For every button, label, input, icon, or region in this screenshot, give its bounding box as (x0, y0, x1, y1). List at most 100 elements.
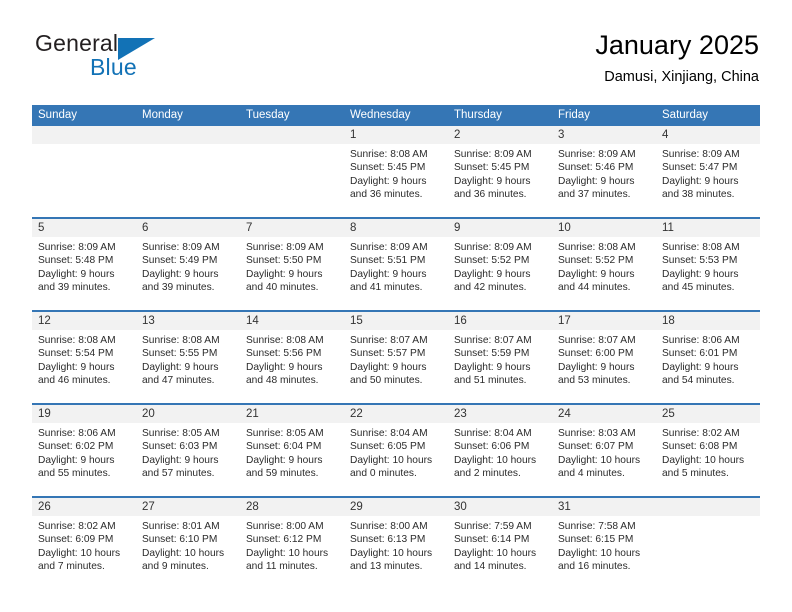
daylight-text: Daylight: 9 hours and 41 minutes. (350, 268, 427, 294)
day-cell[interactable]: 23 Sunrise: 8:04 AM Sunset: 6:06 PM Dayl… (448, 405, 552, 496)
sunset-text: Sunset: 5:50 PM (246, 255, 322, 267)
daylight-text: Daylight: 9 hours and 50 minutes. (350, 361, 427, 387)
day-cell[interactable]: 30 Sunrise: 7:59 AM Sunset: 6:14 PM Dayl… (448, 498, 552, 589)
day-cell[interactable]: 3 Sunrise: 8:09 AM Sunset: 5:46 PM Dayli… (552, 126, 656, 217)
day-cell[interactable]: 4 Sunrise: 8:09 AM Sunset: 5:47 PM Dayli… (656, 126, 760, 217)
day-details: Sunrise: 8:04 AM Sunset: 6:05 PM Dayligh… (344, 423, 448, 481)
day-cell[interactable]: 2 Sunrise: 8:09 AM Sunset: 5:45 PM Dayli… (448, 126, 552, 217)
day-cell[interactable]: 26 Sunrise: 8:02 AM Sunset: 6:09 PM Dayl… (32, 498, 136, 589)
sunrise-text: Sunrise: 8:05 AM (142, 428, 220, 439)
day-details: Sunrise: 8:05 AM Sunset: 6:03 PM Dayligh… (136, 423, 240, 481)
day-cell[interactable]: 27 Sunrise: 8:01 AM Sunset: 6:10 PM Dayl… (136, 498, 240, 589)
weekday-header-wednesday: Wednesday (350, 109, 411, 121)
daylight-text: Daylight: 9 hours and 36 minutes. (350, 175, 427, 201)
brand-logo[interactable]: General Blue (33, 28, 233, 90)
day-number: 20 (136, 405, 240, 423)
sunrise-text: Sunrise: 8:08 AM (246, 335, 324, 346)
day-cell[interactable]: 7 Sunrise: 8:09 AM Sunset: 5:50 PM Dayli… (240, 219, 344, 310)
day-cell[interactable]: 11 Sunrise: 8:08 AM Sunset: 5:53 PM Dayl… (656, 219, 760, 310)
day-details: Sunrise: 8:09 AM Sunset: 5:49 PM Dayligh… (136, 237, 240, 295)
day-cell[interactable]: 8 Sunrise: 8:09 AM Sunset: 5:51 PM Dayli… (344, 219, 448, 310)
day-cell[interactable]: 31 Sunrise: 7:58 AM Sunset: 6:15 PM Dayl… (552, 498, 656, 589)
sunset-text: Sunset: 6:06 PM (454, 441, 530, 453)
daylight-text: Daylight: 10 hours and 11 minutes. (246, 547, 329, 573)
daylight-text: Daylight: 10 hours and 4 minutes. (558, 454, 641, 480)
day-number: 29 (344, 498, 448, 516)
day-number: 27 (136, 498, 240, 516)
sunrise-text: Sunrise: 7:58 AM (558, 521, 636, 532)
day-number: 8 (344, 219, 448, 237)
sunset-text: Sunset: 6:14 PM (454, 534, 530, 546)
sunset-text: Sunset: 6:04 PM (246, 441, 322, 453)
day-cell[interactable]: 12 Sunrise: 8:08 AM Sunset: 5:54 PM Dayl… (32, 312, 136, 403)
sunrise-text: Sunrise: 8:07 AM (558, 335, 636, 346)
day-number: 25 (656, 405, 760, 423)
weekday-header-row: Sunday Monday Tuesday Wednesday Thursday… (32, 105, 760, 126)
day-cell[interactable]: 15 Sunrise: 8:07 AM Sunset: 5:57 PM Dayl… (344, 312, 448, 403)
day-cell[interactable] (32, 126, 136, 217)
daylight-text: Daylight: 9 hours and 47 minutes. (142, 361, 219, 387)
day-cell[interactable]: 13 Sunrise: 8:08 AM Sunset: 5:55 PM Dayl… (136, 312, 240, 403)
day-cell[interactable] (136, 126, 240, 217)
day-details: Sunrise: 8:08 AM Sunset: 5:56 PM Dayligh… (240, 330, 344, 388)
day-cell[interactable]: 5 Sunrise: 8:09 AM Sunset: 5:48 PM Dayli… (32, 219, 136, 310)
day-details: Sunrise: 8:06 AM Sunset: 6:02 PM Dayligh… (32, 423, 136, 481)
day-details: Sunrise: 8:09 AM Sunset: 5:45 PM Dayligh… (448, 144, 552, 202)
daylight-text: Daylight: 9 hours and 40 minutes. (246, 268, 323, 294)
day-number: 10 (552, 219, 656, 237)
day-details: Sunrise: 8:07 AM Sunset: 5:59 PM Dayligh… (448, 330, 552, 388)
day-cell[interactable]: 16 Sunrise: 8:07 AM Sunset: 5:59 PM Dayl… (448, 312, 552, 403)
daylight-text: Daylight: 9 hours and 48 minutes. (246, 361, 323, 387)
day-details: Sunrise: 8:09 AM Sunset: 5:50 PM Dayligh… (240, 237, 344, 295)
day-details: Sunrise: 8:02 AM Sunset: 6:08 PM Dayligh… (656, 423, 760, 481)
day-number: 17 (552, 312, 656, 330)
daylight-text: Daylight: 10 hours and 9 minutes. (142, 547, 225, 573)
day-cell[interactable]: 24 Sunrise: 8:03 AM Sunset: 6:07 PM Dayl… (552, 405, 656, 496)
day-details: Sunrise: 8:09 AM Sunset: 5:47 PM Dayligh… (656, 144, 760, 202)
day-cell[interactable]: 29 Sunrise: 8:00 AM Sunset: 6:13 PM Dayl… (344, 498, 448, 589)
sunrise-text: Sunrise: 8:04 AM (454, 428, 532, 439)
day-details: Sunrise: 8:08 AM Sunset: 5:55 PM Dayligh… (136, 330, 240, 388)
day-cell[interactable]: 20 Sunrise: 8:05 AM Sunset: 6:03 PM Dayl… (136, 405, 240, 496)
day-cell[interactable]: 9 Sunrise: 8:09 AM Sunset: 5:52 PM Dayli… (448, 219, 552, 310)
brand-name-blue: Blue (90, 54, 137, 80)
page-title: January 2025 (595, 30, 759, 60)
day-cell[interactable]: 22 Sunrise: 8:04 AM Sunset: 6:05 PM Dayl… (344, 405, 448, 496)
day-cell[interactable]: 17 Sunrise: 8:07 AM Sunset: 6:00 PM Dayl… (552, 312, 656, 403)
day-cell[interactable]: 25 Sunrise: 8:02 AM Sunset: 6:08 PM Dayl… (656, 405, 760, 496)
daylight-text: Daylight: 10 hours and 16 minutes. (558, 547, 641, 573)
sunset-text: Sunset: 5:45 PM (454, 162, 530, 174)
sunrise-text: Sunrise: 8:07 AM (350, 335, 428, 346)
day-details: Sunrise: 8:00 AM Sunset: 6:12 PM Dayligh… (240, 516, 344, 574)
sunset-text: Sunset: 6:00 PM (558, 348, 634, 360)
week-row: 19 Sunrise: 8:06 AM Sunset: 6:02 PM Dayl… (32, 403, 760, 496)
daylight-text: Daylight: 9 hours and 54 minutes. (662, 361, 739, 387)
day-cell[interactable]: 21 Sunrise: 8:05 AM Sunset: 6:04 PM Dayl… (240, 405, 344, 496)
day-cell[interactable]: 1 Sunrise: 8:08 AM Sunset: 5:45 PM Dayli… (344, 126, 448, 217)
day-cell[interactable]: 14 Sunrise: 8:08 AM Sunset: 5:56 PM Dayl… (240, 312, 344, 403)
day-cell[interactable] (656, 498, 760, 589)
day-cell[interactable]: 6 Sunrise: 8:09 AM Sunset: 5:49 PM Dayli… (136, 219, 240, 310)
sunset-text: Sunset: 6:08 PM (662, 441, 738, 453)
day-cell[interactable]: 18 Sunrise: 8:06 AM Sunset: 6:01 PM Dayl… (656, 312, 760, 403)
day-details: Sunrise: 7:58 AM Sunset: 6:15 PM Dayligh… (552, 516, 656, 574)
day-number: 1 (344, 126, 448, 144)
sunrise-text: Sunrise: 8:08 AM (142, 335, 220, 346)
daylight-text: Daylight: 10 hours and 14 minutes. (454, 547, 537, 573)
day-cell[interactable]: 10 Sunrise: 8:08 AM Sunset: 5:52 PM Dayl… (552, 219, 656, 310)
day-number (136, 126, 240, 144)
daylight-text: Daylight: 9 hours and 37 minutes. (558, 175, 635, 201)
sunrise-text: Sunrise: 8:06 AM (38, 428, 116, 439)
day-details: Sunrise: 8:09 AM Sunset: 5:46 PM Dayligh… (552, 144, 656, 202)
day-cell[interactable]: 28 Sunrise: 8:00 AM Sunset: 6:12 PM Dayl… (240, 498, 344, 589)
day-cell[interactable] (240, 126, 344, 217)
day-details: Sunrise: 8:02 AM Sunset: 6:09 PM Dayligh… (32, 516, 136, 574)
sunset-text: Sunset: 5:59 PM (454, 348, 530, 360)
day-cell[interactable]: 19 Sunrise: 8:06 AM Sunset: 6:02 PM Dayl… (32, 405, 136, 496)
day-number: 7 (240, 219, 344, 237)
day-number: 11 (656, 219, 760, 237)
sunrise-text: Sunrise: 8:08 AM (662, 242, 740, 253)
day-number: 30 (448, 498, 552, 516)
day-number: 23 (448, 405, 552, 423)
week-row: 5 Sunrise: 8:09 AM Sunset: 5:48 PM Dayli… (32, 217, 760, 310)
